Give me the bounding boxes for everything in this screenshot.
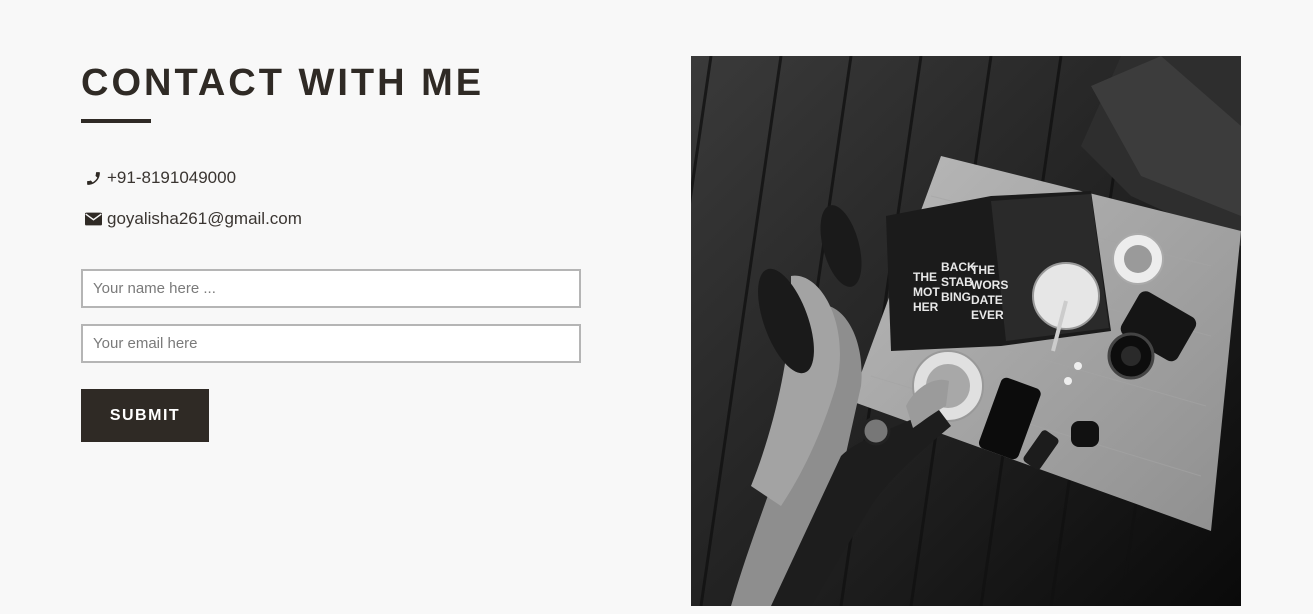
svg-text:HER: HER bbox=[913, 300, 939, 314]
phone-icon bbox=[84, 169, 102, 187]
contact-section: CONTACT WITH ME +91-8191049000 goyalisha… bbox=[0, 0, 1313, 614]
email-field[interactable] bbox=[81, 324, 581, 363]
page-title: CONTACT WITH ME bbox=[81, 62, 485, 104]
magazine-text-1: THE bbox=[913, 270, 937, 284]
svg-text:STAB: STAB bbox=[941, 275, 973, 289]
phone-contact: +91-8191049000 bbox=[84, 166, 236, 190]
svg-text:DATE: DATE bbox=[971, 293, 1003, 307]
svg-text:MOT: MOT bbox=[913, 285, 940, 299]
svg-text:EVER: EVER bbox=[971, 308, 1004, 322]
title-underline bbox=[81, 119, 151, 123]
contact-photo: THE MOT HER BACK STAB BING THE WORS DATE… bbox=[691, 56, 1241, 606]
svg-text:BING: BING bbox=[941, 290, 971, 304]
submit-button[interactable]: SUBMIT bbox=[81, 389, 209, 442]
name-input[interactable] bbox=[81, 269, 581, 308]
phone-number: +91-8191049000 bbox=[107, 168, 237, 187]
envelope-icon bbox=[84, 210, 102, 228]
svg-text:WORS: WORS bbox=[971, 278, 1008, 292]
svg-text:THE: THE bbox=[971, 263, 995, 277]
email-contact: goyalisha261@gmail.com bbox=[84, 207, 302, 231]
email-address: goyalisha261@gmail.com bbox=[107, 209, 302, 228]
